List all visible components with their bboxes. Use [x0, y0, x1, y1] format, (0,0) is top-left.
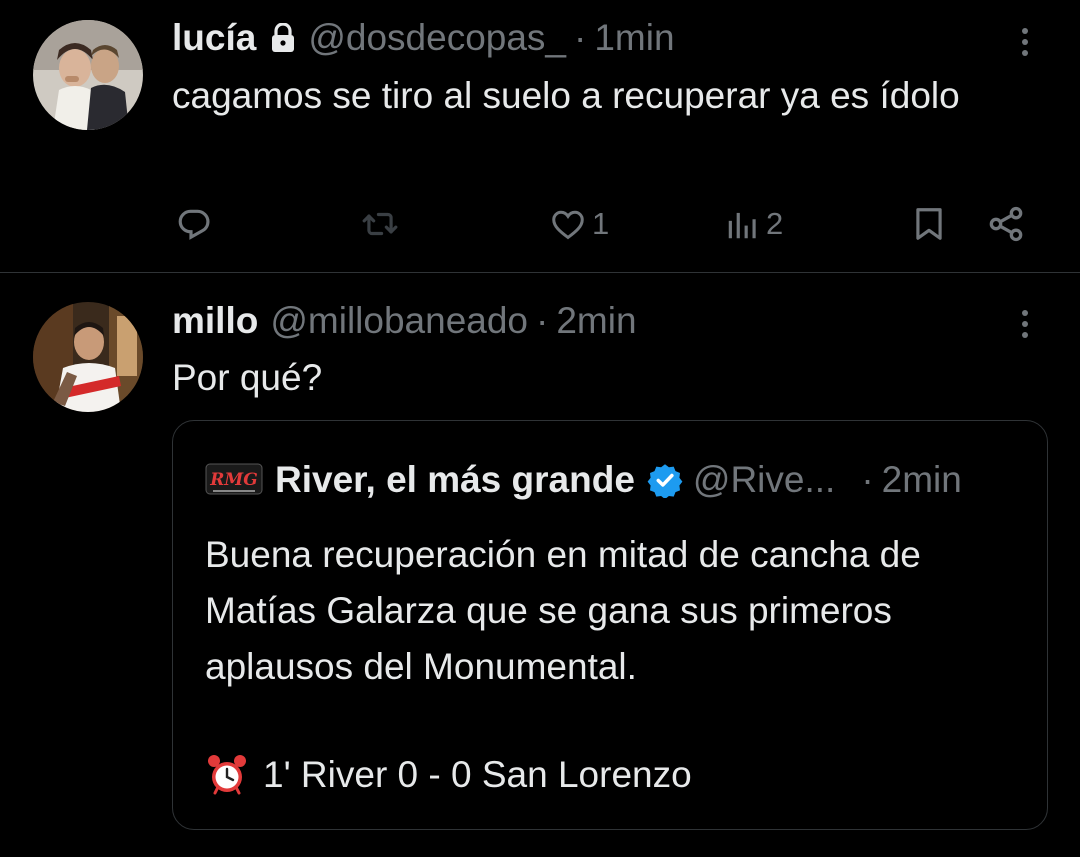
- quote-author-handle[interactable]: @Rive...: [693, 459, 835, 501]
- avatar-photo-icon: [33, 302, 143, 412]
- verified-badge-icon[interactable]: [647, 462, 683, 498]
- svg-text:RMG: RMG: [209, 470, 257, 490]
- bookmark-button[interactable]: [910, 196, 948, 252]
- avatar[interactable]: [33, 20, 143, 130]
- score-text: 1' River 0 - 0 San Lorenzo: [263, 754, 692, 795]
- lock-icon: [270, 23, 296, 53]
- tweet-text: cagamos se tiro al suelo a recuperar ya …: [172, 75, 960, 116]
- quote-timestamp[interactable]: 2min: [882, 459, 962, 501]
- separator-dot: ·: [536, 300, 549, 341]
- author-handle[interactable]: @dosdecopas_: [308, 17, 566, 59]
- views-icon: [728, 212, 756, 239]
- share-icon: [989, 206, 1023, 242]
- tweet-header: lucía @dosdecopas_ · 1min: [172, 16, 675, 60]
- author-handle[interactable]: @millobaneado: [270, 300, 528, 342]
- tweet-text: Por qué?: [172, 357, 323, 398]
- retweet-icon: [362, 212, 398, 236]
- alarm-clock-icon: [205, 753, 249, 797]
- author-name[interactable]: lucía: [172, 17, 256, 59]
- tweet-millo[interactable]: millo @millobaneado · 2min Por qué? RMG …: [0, 274, 1080, 857]
- like-button[interactable]: 1: [548, 196, 609, 252]
- quote-author-name[interactable]: River, el más grande: [275, 459, 635, 501]
- tweet-lucia[interactable]: lucía @dosdecopas_ · 1min cagamos se tir…: [0, 0, 1080, 273]
- quote-score-line: 1' River 0 - 0 San Lorenzo: [205, 747, 692, 803]
- avatar-photo-icon: [33, 20, 143, 130]
- quoted-tweet[interactable]: RMG River, el más grande @Rive... · 2min…: [172, 420, 1048, 830]
- bookmark-icon: [916, 208, 942, 240]
- tweet-header: millo @millobaneado · 2min: [172, 299, 637, 343]
- author-name[interactable]: millo: [172, 300, 258, 342]
- share-button[interactable]: [986, 196, 1026, 252]
- more-options-icon[interactable]: [1010, 302, 1040, 346]
- views-count: 2: [766, 206, 784, 241]
- separator-dot: ·: [574, 17, 587, 58]
- quote-text: Buena recuperación en mitad de cancha de…: [205, 534, 921, 687]
- action-bar: 1 2: [0, 196, 1080, 252]
- timestamp[interactable]: 2min: [556, 300, 636, 342]
- reply-button[interactable]: [175, 196, 217, 252]
- retweet-button[interactable]: [359, 196, 401, 252]
- heart-icon: [552, 210, 584, 240]
- avatar[interactable]: [33, 302, 143, 412]
- reply-icon: [178, 209, 210, 240]
- rmg-logo-icon[interactable]: RMG: [205, 460, 263, 500]
- separator-dot: ·: [861, 459, 874, 500]
- like-count: 1: [592, 206, 610, 241]
- quote-header: RMG River, el más grande @Rive... · 2min: [205, 459, 962, 501]
- timestamp[interactable]: 1min: [594, 17, 674, 59]
- views-button[interactable]: 2: [724, 196, 783, 252]
- more-options-icon[interactable]: [1010, 20, 1040, 64]
